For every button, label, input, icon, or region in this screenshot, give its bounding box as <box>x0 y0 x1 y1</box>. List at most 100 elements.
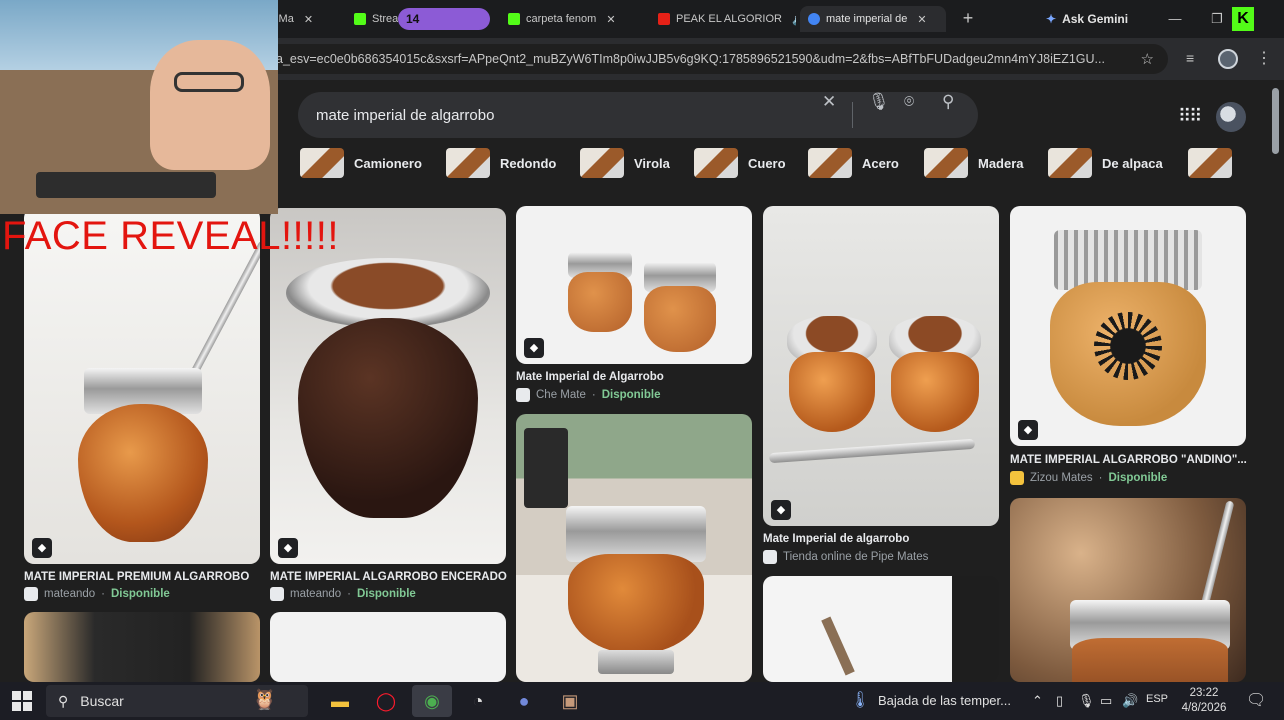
clear-icon[interactable]: ✕ <box>822 92 836 112</box>
speaker-icon[interactable]: 🔊 <box>792 13 796 26</box>
chrome-icon[interactable]: ◉ <box>412 685 452 717</box>
chip-thumbnail <box>300 148 344 178</box>
result-image-1[interactable]: ◆ <box>24 208 260 564</box>
result-title[interactable]: Mate Imperial de algarrobo <box>763 533 909 545</box>
wood-gourd <box>78 404 208 542</box>
result-title[interactable]: MATE IMPERIAL ALGARROBO "ANDINO"... <box>1010 454 1247 466</box>
profile-avatar[interactable] <box>1218 49 1238 69</box>
tab-group-chip[interactable]: 14 <box>398 8 490 30</box>
result-source[interactable]: Zizou Mates · Disponible <box>1010 471 1167 485</box>
result-title[interactable]: MATE IMPERIAL ALGARROBO ENCERADO <box>270 571 507 583</box>
weather-text[interactable]: Bajada de las temper... <box>878 693 1011 708</box>
result-source[interactable]: Che Mate · Disponible <box>516 388 660 402</box>
chip-acero[interactable]: Acero <box>808 146 899 180</box>
bombilla-straw <box>821 616 855 676</box>
chip-label: Redondo <box>500 155 557 171</box>
microphone-icon[interactable]: 🎙 <box>1078 693 1095 709</box>
result-image-10[interactable] <box>1010 498 1246 682</box>
search-divider <box>852 102 853 128</box>
search-icon[interactable]: ⚲ <box>942 92 954 112</box>
obs-icon[interactable]: ◔ <box>458 685 498 717</box>
face-reveal-overlay-text: FACE REVEAL!!!!! <box>2 214 340 258</box>
wood-gourd <box>789 352 875 432</box>
new-tab-button[interactable]: + <box>958 8 978 28</box>
youtube-favicon-icon <box>658 13 670 25</box>
kick-logo-icon: K <box>1232 7 1254 31</box>
tab-kick-3[interactable]: carpeta fenom ✕ <box>500 6 642 32</box>
tab-search-icon[interactable]: ≡ <box>1186 50 1194 66</box>
opera-icon[interactable]: ◯ <box>366 685 406 717</box>
chip-more[interactable] <box>1188 146 1232 180</box>
scrollbar[interactable] <box>1272 88 1279 154</box>
result-image-7[interactable] <box>270 612 506 682</box>
dark-wood-gourd <box>298 318 478 518</box>
source-name: Che Mate <box>536 389 586 401</box>
result-source[interactable]: mateando · Disponible <box>24 587 170 601</box>
search-query[interactable]: mate imperial de algarrobo <box>316 107 494 124</box>
close-icon[interactable]: ✕ <box>304 13 313 26</box>
windows-start-icon[interactable] <box>12 691 32 711</box>
result-image-9[interactable] <box>763 576 999 682</box>
taskbar-search[interactable]: ⚲ Buscar 🦉 <box>46 685 308 717</box>
date: 4/8/2026 <box>1181 702 1227 714</box>
file-explorer-icon[interactable]: ▬ <box>320 685 360 717</box>
chip-madera[interactable]: Madera <box>924 146 1024 180</box>
result-image-3[interactable]: ◆ <box>516 206 752 364</box>
result-title[interactable]: Mate Imperial de Algarrobo <box>516 371 664 383</box>
keyboard <box>36 172 216 198</box>
close-icon[interactable]: ✕ <box>917 13 926 26</box>
ask-gemini-button[interactable]: ✦ Ask Gemini <box>1036 7 1138 31</box>
chip-thumbnail <box>446 148 490 178</box>
result-source[interactable]: Tienda online de Pipe Mates <box>763 550 928 564</box>
network-icon[interactable]: ▭ <box>1100 693 1112 709</box>
product-tag-icon: ◆ <box>32 538 52 558</box>
product-tag-icon: ◆ <box>524 338 544 358</box>
restore-icon[interactable]: ❐ <box>1206 8 1228 30</box>
chip-de-alpaca[interactable]: De alpaca <box>1048 146 1163 180</box>
sun-emblem-icon <box>1094 312 1162 380</box>
bookmark-star-icon[interactable]: ☆ <box>1141 50 1154 68</box>
microphone-icon[interactable]: 🎙 <box>868 92 890 112</box>
availability-label: Disponible <box>1108 472 1168 484</box>
address-bar[interactable]: a_esv=ec0e0b686354015c&sxsrf=APpeQnt2_mu… <box>262 44 1168 74</box>
chip-camionero[interactable]: Camionero <box>300 146 422 180</box>
result-source[interactable]: mateando · Disponible <box>270 587 416 601</box>
tab-kick-2[interactable]: Strea <box>346 6 398 32</box>
chip-thumbnail <box>1048 148 1092 178</box>
tab-label: mate imperial de <box>826 13 908 25</box>
chip-virola[interactable]: Virola <box>580 146 670 180</box>
device-icon[interactable]: ▯ <box>1056 693 1063 709</box>
clock[interactable]: 23:22 4/8/2026 <box>1172 686 1236 716</box>
app-thumbnail-icon[interactable]: ▣ <box>550 685 590 717</box>
kebab-menu-icon[interactable]: ⋮ <box>1256 48 1272 68</box>
chip-redondo[interactable]: Redondo <box>446 146 556 180</box>
cartoon-character <box>150 40 270 170</box>
chip-thumbnail <box>808 148 852 178</box>
tab-google-search[interactable]: mate imperial de ✕ <box>800 6 946 32</box>
chip-cuero[interactable]: Cuero <box>694 146 786 180</box>
site-favicon-icon <box>270 587 284 601</box>
result-image-2[interactable]: ◆ <box>270 208 506 564</box>
result-title[interactable]: MATE IMPERIAL PREMIUM ALGARROBO <box>24 571 249 583</box>
close-icon[interactable]: ✕ <box>606 13 615 26</box>
result-image-6[interactable] <box>24 612 260 682</box>
tab-youtube[interactable]: PEAK EL ALGORIOR 🔊 ✕ <box>650 6 796 32</box>
google-apps-icon[interactable]: ⠿⠿ <box>1178 106 1202 127</box>
notifications-icon[interactable]: 🗨 <box>1246 690 1266 710</box>
result-image-8[interactable] <box>516 414 752 682</box>
taskbar-search-label: Buscar <box>80 693 124 709</box>
silver-rim <box>1054 230 1202 290</box>
chevron-up-icon[interactable]: ⌃ <box>1032 693 1043 709</box>
availability-label: Disponible <box>111 588 170 600</box>
result-image-5[interactable]: ◆ <box>1010 206 1246 446</box>
wood-gourd <box>644 286 716 352</box>
minimize-icon[interactable]: — <box>1164 8 1186 30</box>
owl-icon: 🦉 <box>252 689 277 711</box>
ask-gemini-label: Ask Gemini <box>1062 12 1129 26</box>
discord-icon[interactable]: ● <box>504 685 544 717</box>
language-indicator[interactable]: ESP <box>1146 693 1168 705</box>
lens-camera-icon[interactable]: ⌾ <box>904 92 914 112</box>
result-image-4[interactable]: ◆ <box>763 206 999 526</box>
volume-icon[interactable]: 🔊 <box>1122 693 1138 709</box>
account-avatar[interactable] <box>1216 102 1246 132</box>
